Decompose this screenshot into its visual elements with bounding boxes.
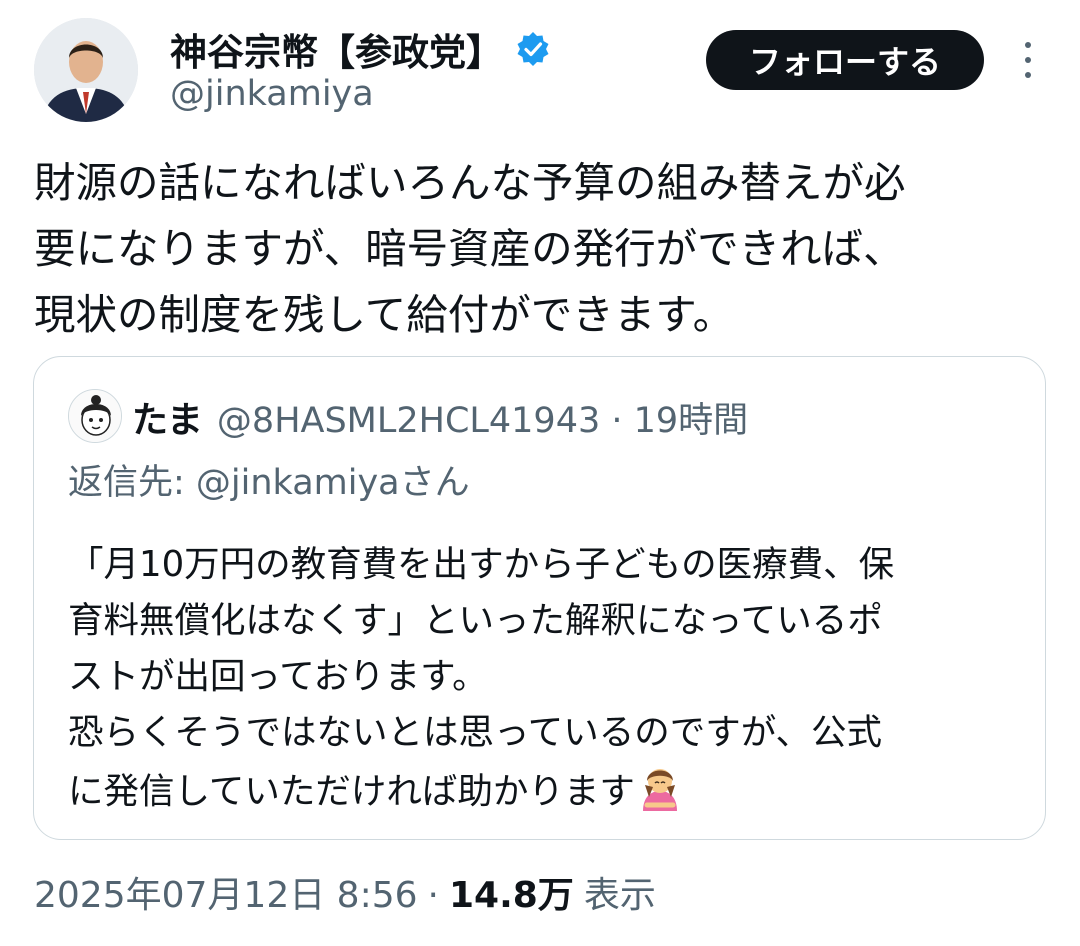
quoted-text-line: 「月10万円の教育費を出すから子どもの医療費、保: [68, 544, 895, 585]
author-avatar[interactable]: [34, 18, 138, 122]
quoted-text-line: 育料無償化はなくす」といった解釈になっているポ: [68, 600, 883, 641]
view-count: 14.8万: [448, 875, 574, 916]
follow-button[interactable]: フォローする: [706, 30, 984, 90]
verified-badge-icon: [515, 31, 551, 67]
more-options-icon[interactable]: [1010, 38, 1046, 82]
tweet-text: 財源の話になればいろんな予算の組み替えが必 要になりますが、暗号資産の発行ができ…: [34, 150, 1054, 348]
quoted-text-line: 恐らくそうではないとは思っているのですが、公式: [68, 712, 883, 753]
author-handle[interactable]: @jinkamiya: [170, 74, 374, 114]
quoted-tweet-card[interactable]: たま @8HASML2HCL41943 · 19時間 返信先: @jinkami…: [33, 356, 1046, 840]
person-bowing-emoji-icon: [635, 761, 685, 811]
post-datetime[interactable]: 2025年07月12日 8:56: [34, 866, 418, 918]
quoted-text-line: ストが出回っております。: [68, 656, 488, 697]
tweet-text-line: 現状の制度を残して給付ができます。: [34, 290, 735, 339]
footer-separator: ·: [427, 875, 439, 916]
author-name-row: 神谷宗幣【参政党】: [170, 22, 551, 76]
quoted-header: たま @8HASML2HCL41943 · 19時間: [132, 391, 748, 443]
quoted-text: 「月10万円の教育費を出すから子どもの医療費、保 育料無償化はなくす」といった解…: [68, 537, 1028, 820]
quoted-text-line-last: に発信していただければ助かります: [68, 761, 1028, 820]
reply-to-label: 返信先: @jinkamiyaさん: [68, 463, 470, 503]
view-count-label: 表示: [583, 875, 656, 916]
quoted-display-name[interactable]: たま: [132, 391, 203, 443]
tweet-footer: 2025年07月12日 8:56 · 14.8万 表示: [34, 866, 656, 918]
quoted-author-avatar[interactable]: [68, 389, 122, 443]
author-display-name[interactable]: 神谷宗幣【参政党】: [170, 22, 503, 76]
tweet-text-line: 財源の話になればいろんな予算の組み替えが必: [34, 158, 906, 207]
quoted-text-line: に発信していただければ助かります: [68, 771, 635, 812]
tweet-text-line: 要になりますが、暗号資産の発行ができれば、: [34, 224, 905, 273]
quoted-handle-time: @8HASML2HCL41943 · 19時間: [216, 401, 749, 441]
